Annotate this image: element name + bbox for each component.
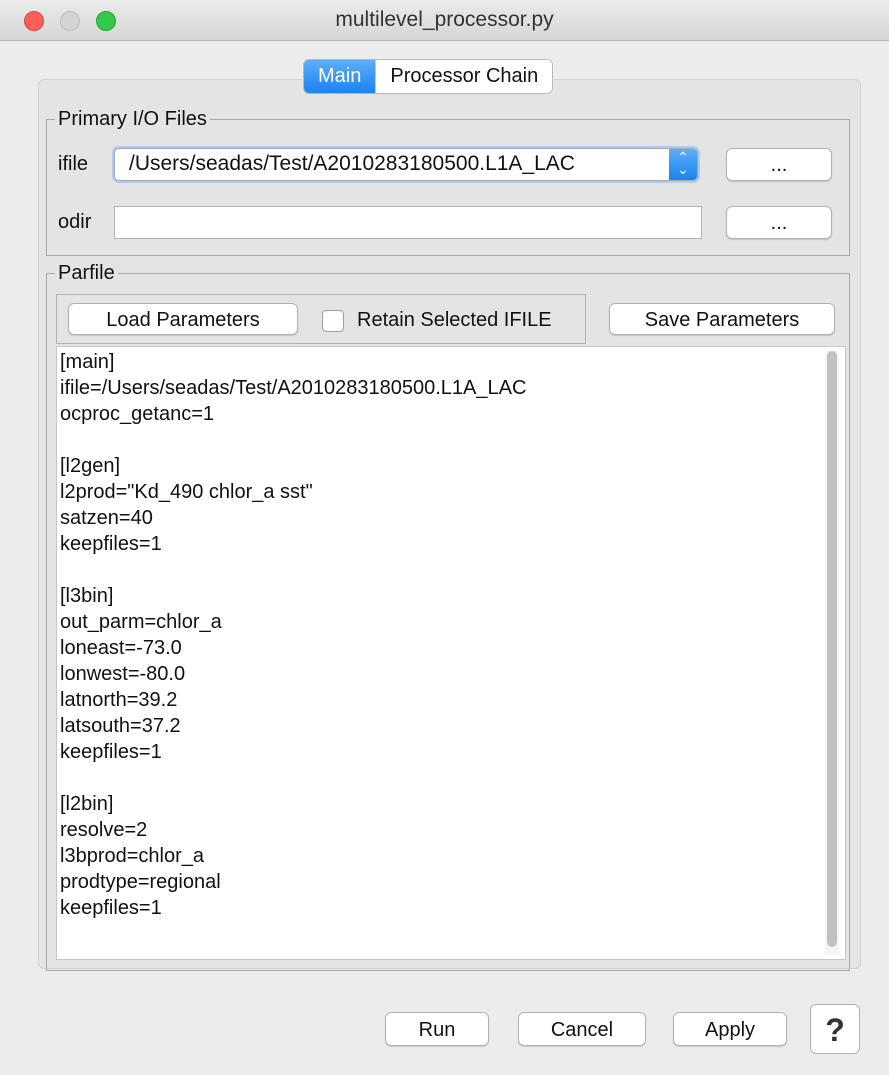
run-button[interactable]: Run bbox=[385, 1012, 489, 1046]
odir-field[interactable] bbox=[114, 206, 702, 239]
title-bar: multilevel_processor.py bbox=[0, 0, 889, 41]
odir-label: odir bbox=[58, 211, 92, 233]
scrollbar-thumb[interactable] bbox=[827, 351, 837, 947]
ifile-label: ifile bbox=[58, 153, 89, 175]
tab-bar: Main Processor Chain bbox=[303, 59, 554, 94]
tab-processor-chain[interactable]: Processor Chain bbox=[375, 60, 553, 93]
ifile-browse-button[interactable]: ... bbox=[726, 148, 832, 181]
apply-button[interactable]: Apply bbox=[673, 1012, 787, 1046]
retain-selected-ifile-checkbox[interactable] bbox=[322, 310, 344, 332]
ifile-combobox[interactable]: /Users/seadas/Test/A2010283180500.L1A_LA… bbox=[114, 148, 698, 181]
parfile-legend: Parfile bbox=[58, 262, 115, 284]
ifile-value: /Users/seadas/Test/A2010283180500.L1A_LA… bbox=[129, 152, 575, 175]
load-parameters-button[interactable]: Load Parameters bbox=[68, 303, 298, 335]
parfile-text-area[interactable]: [main] ifile=/Users/seadas/Test/A2010283… bbox=[56, 346, 846, 960]
odir-browse-button[interactable]: ... bbox=[726, 206, 832, 239]
primary-io-files-legend: Primary I/O Files bbox=[58, 108, 207, 130]
combobox-arrows-icon[interactable]: ⌃ ⌄ bbox=[669, 149, 697, 180]
cancel-button[interactable]: Cancel bbox=[518, 1012, 646, 1046]
help-button[interactable]: ? bbox=[810, 1004, 860, 1054]
window-title: multilevel_processor.py bbox=[335, 8, 554, 31]
save-parameters-button[interactable]: Save Parameters bbox=[609, 303, 835, 335]
vertical-scrollbar[interactable] bbox=[825, 351, 839, 955]
tab-main[interactable]: Main bbox=[304, 60, 376, 93]
parfile-content: [main] ifile=/Users/seadas/Test/A2010283… bbox=[60, 351, 527, 919]
retain-selected-ifile-label: Retain Selected IFILE bbox=[357, 309, 552, 331]
